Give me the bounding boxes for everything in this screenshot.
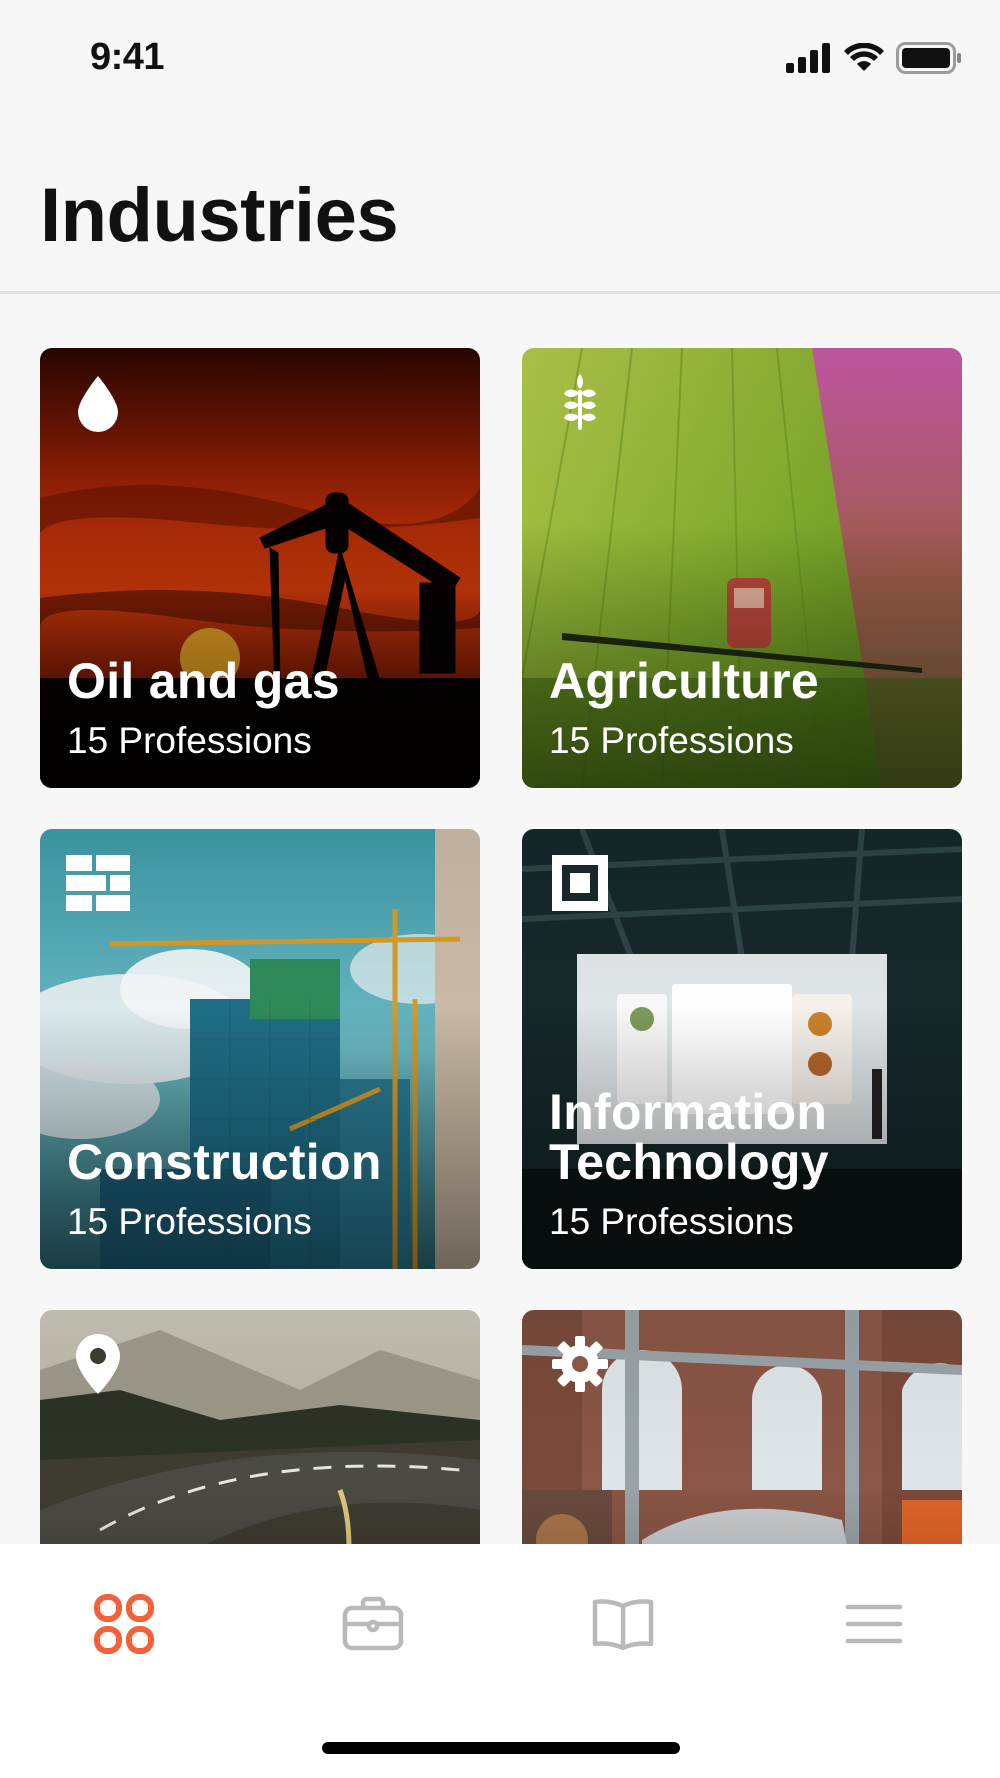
- industry-card-manufacturing[interactable]: [522, 1310, 962, 1544]
- industry-card-information-technology[interactable]: Information Technology 15 Professions: [522, 829, 962, 1269]
- book-icon: [592, 1599, 654, 1651]
- tab-industries[interactable]: [84, 1584, 164, 1664]
- grid-icon: [94, 1594, 154, 1654]
- industry-card-transport[interactable]: [40, 1310, 480, 1544]
- wifi-icon: [844, 43, 884, 71]
- professions-count: 15 Professions: [549, 720, 794, 761]
- menu-icon: [845, 1604, 903, 1644]
- page-header: Industries: [0, 120, 1000, 294]
- bricks-icon: [66, 855, 130, 911]
- professions-count: 15 Professions: [549, 1201, 794, 1242]
- status-time: 9:41: [90, 36, 165, 78]
- battery-icon: [896, 42, 961, 74]
- status-bar: 9:41: [0, 0, 1000, 120]
- professions-count: 15 Professions: [67, 1201, 312, 1242]
- industry-name: Oil and gas: [67, 653, 340, 709]
- professions-count: 15 Professions: [67, 720, 312, 761]
- industry-name: Agriculture: [549, 653, 819, 709]
- briefcase-icon: [342, 1596, 404, 1651]
- wheat-icon: [564, 374, 596, 430]
- industry-card-construction[interactable]: Construction 15 Professions: [40, 829, 480, 1269]
- industry-name: Construction: [67, 1134, 382, 1190]
- status-icons: [786, 42, 962, 74]
- industries-grid: Oil and gas 15 Professions Agriculture 1…: [40, 348, 962, 1544]
- industry-card-agriculture[interactable]: Agriculture 15 Professions: [522, 348, 962, 788]
- tab-menu[interactable]: [834, 1584, 914, 1664]
- industry-name: Information Technology: [549, 1084, 829, 1190]
- location-pin-icon: [76, 1334, 120, 1394]
- home-indicator: [322, 1742, 680, 1754]
- drop-icon: [78, 376, 118, 432]
- tab-library[interactable]: [583, 1584, 663, 1664]
- square-chip-icon: [552, 855, 608, 911]
- gear-icon: [552, 1336, 608, 1392]
- page-title: Industries: [40, 173, 399, 258]
- industry-card-oil-and-gas[interactable]: Oil and gas 15 Professions: [40, 348, 480, 788]
- tab-jobs[interactable]: [333, 1584, 413, 1664]
- cellular-signal-icon: [786, 43, 830, 73]
